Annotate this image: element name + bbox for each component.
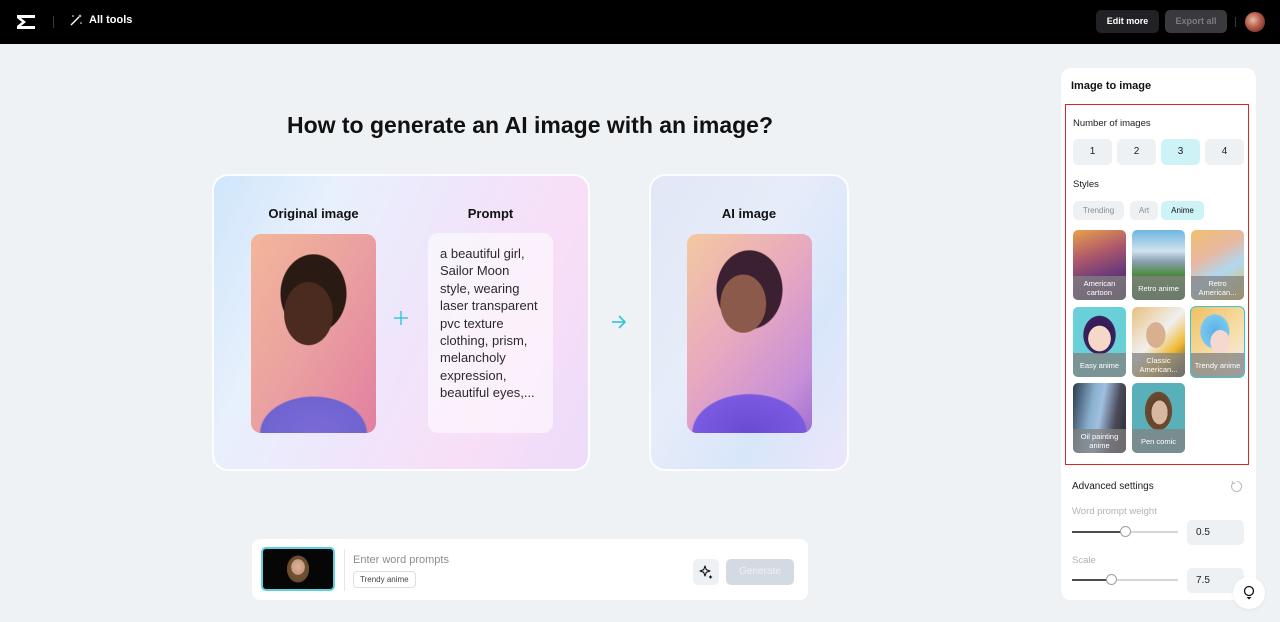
word-prompt-weight-value[interactable]: 0.5 (1187, 520, 1244, 545)
ai-image (687, 234, 812, 433)
tab-anime[interactable]: Anime (1161, 201, 1204, 220)
style-label: Retro anime (1132, 276, 1185, 300)
style-label: Retro American... (1191, 276, 1244, 300)
prompt-example-box: a beautiful girl, Sailor Moon style, wea… (428, 233, 553, 433)
style-label: American cartoon (1073, 276, 1126, 300)
scale-slider[interactable] (1072, 574, 1178, 585)
page-title: How to generate an AI image with an imag… (286, 112, 774, 138)
style-oil-painting-anime[interactable]: Oil painting anime (1073, 383, 1126, 453)
style-retro-american[interactable]: Retro American... (1191, 230, 1244, 300)
arrow-right-icon (612, 315, 627, 329)
magic-wand-icon (70, 14, 82, 26)
topbar-divider (1235, 17, 1236, 27)
number-option-1[interactable]: 1 (1073, 139, 1112, 165)
ai-image-label: AI image (721, 206, 777, 221)
export-all-button[interactable]: Export all (1165, 10, 1227, 33)
inspiration-button[interactable] (693, 559, 719, 585)
style-classic-american[interactable]: Classic American... (1132, 307, 1185, 377)
slider-thumb[interactable] (1120, 526, 1131, 537)
panel-title: Image to image (1071, 80, 1152, 92)
tips-button[interactable] (1233, 577, 1265, 609)
slider-fill (1072, 531, 1125, 533)
style-easy-anime[interactable]: Easy anime (1073, 307, 1126, 377)
prompt-bar: Trendy anime Generate (252, 539, 808, 600)
number-of-images-label: Number of images (1073, 118, 1151, 129)
input-example-card: Original image Prompt a beautiful girl, … (212, 174, 590, 471)
capcut-logo-icon[interactable] (15, 12, 37, 32)
prompt-label: Prompt (467, 206, 514, 221)
reset-icon[interactable] (1230, 480, 1243, 493)
style-american-cartoon[interactable]: American cartoon (1073, 230, 1126, 300)
edit-more-button[interactable]: Edit more (1096, 10, 1159, 33)
styles-label: Styles (1073, 179, 1099, 190)
style-label: Oil painting anime (1073, 429, 1126, 453)
style-label: Easy anime (1073, 353, 1126, 377)
number-option-3[interactable]: 3 (1161, 139, 1200, 165)
output-example-card: AI image (649, 174, 849, 471)
selected-style-tag[interactable]: Trendy anime (353, 571, 416, 588)
style-label: Pen comic (1132, 429, 1185, 453)
style-pen-comic[interactable]: Pen comic (1132, 383, 1185, 453)
generate-button[interactable]: Generate (726, 559, 794, 585)
number-option-2[interactable]: 2 (1117, 139, 1156, 165)
tab-art[interactable]: Art (1130, 201, 1158, 220)
style-label: Classic American... (1132, 353, 1185, 377)
style-trendy-anime[interactable]: Trendy anime (1190, 306, 1245, 378)
tab-trending[interactable]: Trending (1073, 201, 1124, 220)
scale-label: Scale (1072, 555, 1096, 566)
sparkle-icon (699, 565, 713, 579)
all-tools-label: All tools (89, 14, 133, 26)
word-prompt-weight-slider[interactable] (1072, 526, 1178, 537)
style-label: Trendy anime (1191, 353, 1244, 377)
number-option-4[interactable]: 4 (1205, 139, 1244, 165)
prompt-input[interactable] (353, 552, 683, 568)
lightbulb-icon (1243, 585, 1255, 600)
prompt-bar-divider (344, 549, 345, 591)
top-bar: All tools Edit more Export all (0, 0, 1280, 44)
all-tools-button[interactable]: All tools (69, 13, 132, 27)
plus-icon (394, 311, 408, 325)
original-image-label: Original image (268, 206, 359, 221)
style-retro-anime[interactable]: Retro anime (1132, 230, 1185, 300)
advanced-settings-label: Advanced settings (1072, 481, 1154, 492)
prompt-example-text: a beautiful girl, Sailor Moon style, wea… (440, 246, 538, 401)
original-image (251, 234, 376, 433)
slider-thumb[interactable] (1106, 574, 1118, 585)
user-avatar[interactable] (1245, 12, 1265, 32)
topbar-divider (53, 16, 54, 28)
word-prompt-weight-label: Word prompt weight (1072, 506, 1157, 517)
uploaded-image-thumbnail[interactable] (261, 547, 335, 591)
settings-panel: Image to image Number of images 1 2 3 4 … (1061, 68, 1256, 600)
